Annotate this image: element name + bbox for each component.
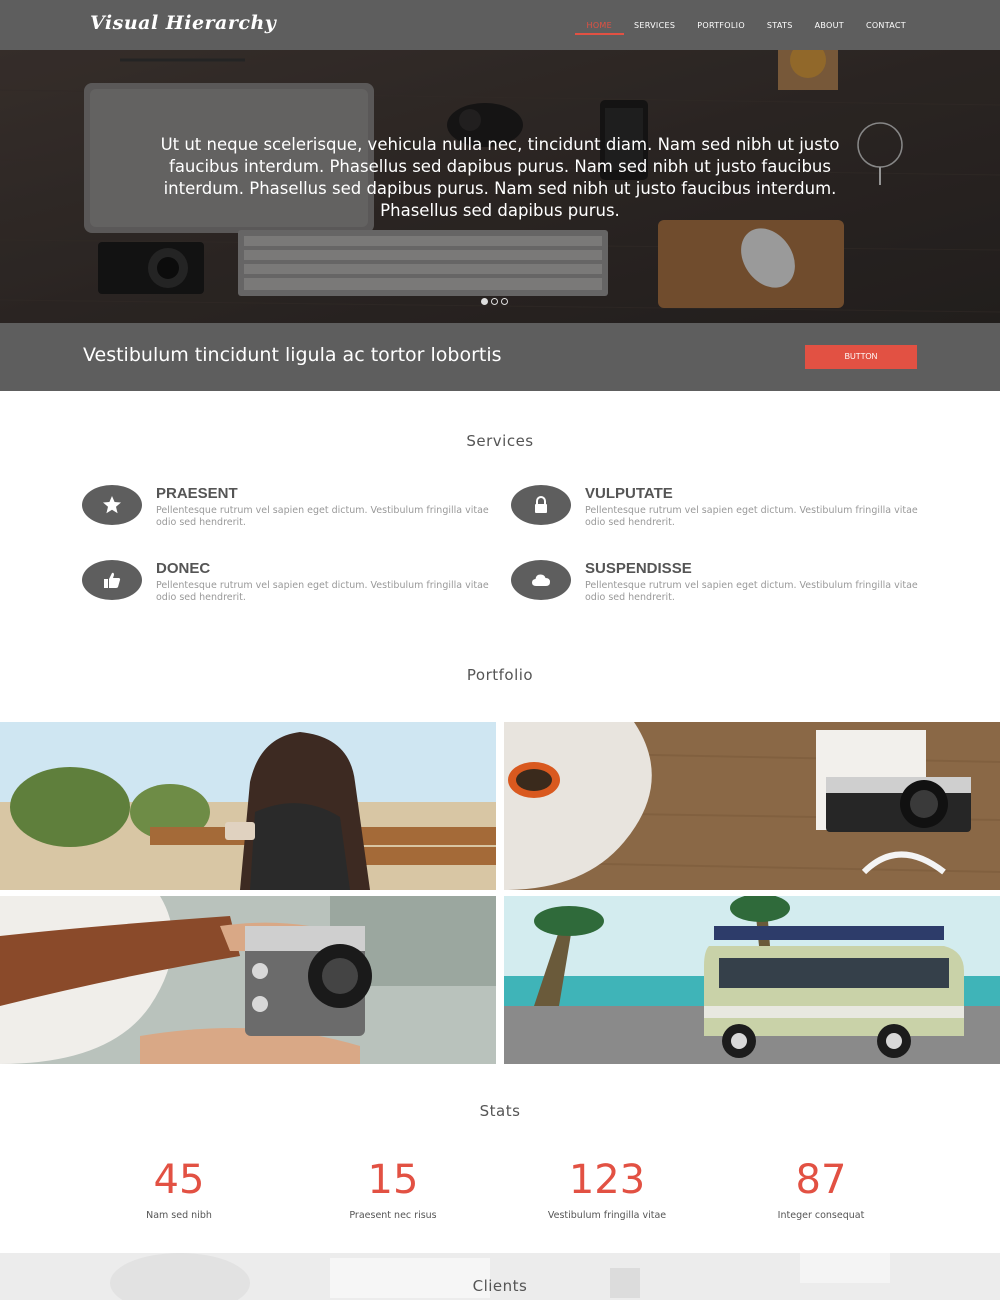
service-item: VULPUTATE Pellentesque rutrum vel sapien… bbox=[511, 485, 931, 535]
stats-title: Stats bbox=[479, 1102, 521, 1120]
service-description: Pellentesque rutrum vel sapien eget dict… bbox=[585, 505, 918, 528]
star-icon bbox=[103, 496, 121, 514]
cta-text: Vestibulum tincidunt ligula ac tortor lo… bbox=[83, 344, 502, 366]
nav-links: HOME SERVICES PORTFOLIO STATS ABOUT CONT… bbox=[565, 0, 906, 50]
service-item: SUSPENDISSE Pellentesque rutrum vel sapi… bbox=[511, 560, 931, 610]
nav-item-about[interactable]: ABOUT bbox=[815, 0, 844, 50]
service-description: Pellentesque rutrum vel sapien eget dict… bbox=[585, 580, 918, 603]
stat-label: Integer consequat bbox=[777, 1210, 865, 1221]
woman-on-bench-photo bbox=[0, 722, 496, 890]
service-description: Pellentesque rutrum vel sapien eget dict… bbox=[156, 505, 489, 528]
stat-item: 87 Integer consequat bbox=[714, 1158, 928, 1221]
hero-text: Ut ut neque scelerisque, vehicula nulla … bbox=[160, 135, 840, 220]
call-to-action-bar: Vestibulum tincidunt ligula ac tortor lo… bbox=[0, 323, 1000, 391]
service-icon-badge bbox=[511, 560, 571, 600]
cta-button[interactable]: BUTTON bbox=[805, 345, 917, 369]
brand-logo[interactable]: Visual Hierarchy bbox=[90, 12, 276, 34]
clients-title: Clients bbox=[472, 1277, 528, 1295]
navbar: Visual Hierarchy HOME SERVICES PORTFOLIO… bbox=[0, 0, 1000, 50]
stat-value: 45 bbox=[153, 1157, 205, 1203]
vintage-van-beach-photo bbox=[504, 896, 1000, 1064]
service-title: PRAESENT bbox=[156, 485, 238, 502]
hero-slider: Ut ut neque scelerisque, vehicula nulla … bbox=[0, 50, 1000, 323]
service-description: Pellentesque rutrum vel sapien eget dict… bbox=[156, 580, 489, 603]
portfolio-item[interactable] bbox=[0, 722, 496, 890]
service-item: DONEC Pellentesque rutrum vel sapien ege… bbox=[82, 560, 502, 610]
stat-item: 123 Vestibulum fringilla vitae bbox=[500, 1158, 714, 1221]
nav-item-stats[interactable]: STATS bbox=[767, 0, 793, 50]
thumbs-up-icon bbox=[104, 572, 121, 588]
hands-holding-camera-photo bbox=[0, 896, 496, 1064]
portfolio-item[interactable] bbox=[0, 896, 496, 1064]
service-icon-badge bbox=[82, 560, 142, 600]
camera-and-sunglasses-photo bbox=[504, 722, 1000, 890]
slider-dot-2[interactable] bbox=[491, 298, 498, 305]
nav-item-portfolio[interactable]: PORTFOLIO bbox=[697, 0, 745, 50]
stat-label: Vestibulum fringilla vitae bbox=[547, 1210, 667, 1221]
stat-item: 45 Nam sed nibh bbox=[72, 1158, 286, 1221]
nav-item-contact[interactable]: CONTACT bbox=[866, 0, 906, 50]
service-title: VULPUTATE bbox=[585, 485, 673, 502]
nav-item-home[interactable]: HOME bbox=[574, 0, 625, 50]
service-icon-badge bbox=[82, 485, 142, 525]
stat-label: Nam sed nibh bbox=[146, 1210, 212, 1221]
stat-value: 15 bbox=[367, 1157, 419, 1203]
slider-dots bbox=[481, 298, 511, 305]
slider-dot-1[interactable] bbox=[481, 298, 488, 305]
nav-item-services[interactable]: SERVICES bbox=[634, 0, 675, 50]
stat-value: 123 bbox=[568, 1157, 646, 1203]
portfolio-item[interactable] bbox=[504, 896, 1000, 1064]
portfolio-item[interactable] bbox=[504, 722, 1000, 890]
service-item: PRAESENT Pellentesque rutrum vel sapien … bbox=[82, 485, 502, 535]
slider-dot-3[interactable] bbox=[501, 298, 508, 305]
service-title: DONEC bbox=[156, 560, 211, 577]
stat-item: 15 Praesent nec risus bbox=[286, 1158, 500, 1221]
service-title: SUSPENDISSE bbox=[585, 560, 692, 577]
lock-icon bbox=[535, 496, 547, 513]
stat-label: Praesent nec risus bbox=[349, 1210, 437, 1221]
services-title: Services bbox=[466, 432, 534, 450]
service-icon-badge bbox=[511, 485, 571, 525]
portfolio-title: Portfolio bbox=[466, 666, 534, 684]
clients-section: Clients bbox=[0, 1253, 1000, 1300]
stat-value: 87 bbox=[795, 1157, 847, 1203]
cloud-icon bbox=[532, 574, 550, 586]
